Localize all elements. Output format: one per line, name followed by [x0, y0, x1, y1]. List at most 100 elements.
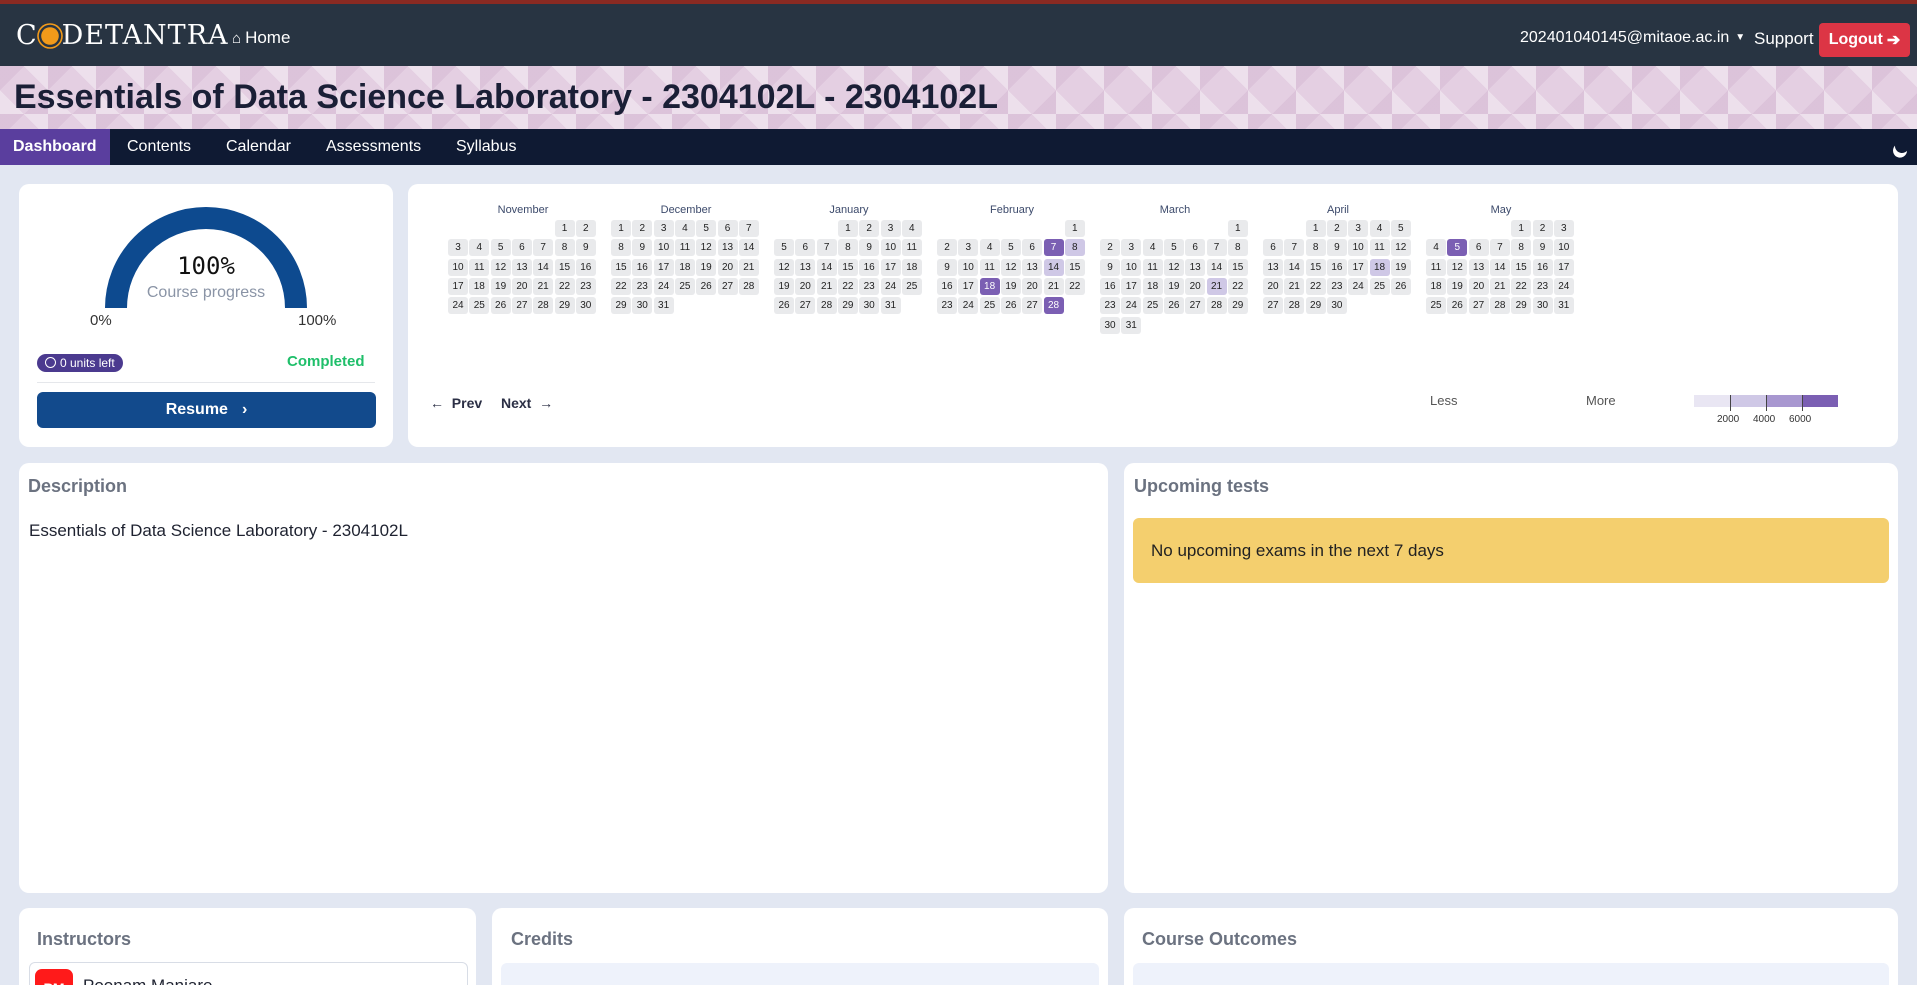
heatmap-day-cell[interactable]: 8 [837, 239, 858, 257]
heatmap-day-cell[interactable]: 2 [575, 220, 596, 237]
heatmap-day-cell[interactable]: 18 [1142, 277, 1163, 295]
instructor-item[interactable]: PM Poonam Manjare [29, 962, 468, 985]
heatmap-day-cell[interactable]: 11 [901, 239, 922, 257]
heatmap-day-cell[interactable]: 19 [1390, 258, 1411, 276]
dark-mode-toggle-icon[interactable] [1892, 136, 1911, 155]
heatmap-day-cell[interactable]: 8 [1305, 239, 1326, 257]
heatmap-day-cell[interactable]: 31 [1121, 316, 1142, 334]
heatmap-day-cell[interactable]: 22 [1511, 277, 1532, 295]
heatmap-day-cell[interactable]: 26 [696, 277, 717, 295]
heatmap-day-cell[interactable]: 25 [1369, 277, 1390, 295]
tab-calendar[interactable]: Calendar [213, 129, 304, 165]
heatmap-day-cell[interactable]: 26 [1447, 297, 1468, 315]
heatmap-day-cell[interactable]: 25 [1142, 297, 1163, 315]
heatmap-day-cell[interactable]: 14 [1489, 258, 1510, 276]
heatmap-day-cell[interactable]: 5 [696, 220, 717, 237]
heatmap-day-cell[interactable]: 24 [1553, 277, 1574, 295]
heatmap-day-cell[interactable]: 22 [1305, 277, 1326, 295]
heatmap-day-cell[interactable]: 13 [1468, 258, 1489, 276]
heatmap-day-cell[interactable]: 22 [554, 277, 575, 295]
heatmap-day-cell[interactable]: 31 [653, 297, 674, 315]
heatmap-day-cell[interactable]: 5 [1000, 239, 1021, 257]
heatmap-day-cell[interactable]: 12 [1000, 258, 1021, 276]
heatmap-day-cell[interactable]: 7 [533, 239, 554, 257]
heatmap-day-cell[interactable]: 2 [632, 220, 653, 237]
heatmap-day-cell[interactable]: 17 [958, 277, 979, 295]
heatmap-day-cell[interactable]: 27 [1022, 297, 1043, 315]
heatmap-day-cell[interactable]: 1 [1064, 220, 1085, 237]
heatmap-day-cell[interactable]: 6 [1468, 239, 1489, 257]
heatmap-day-cell[interactable]: 11 [1369, 239, 1390, 257]
heatmap-day-cell[interactable]: 23 [937, 297, 957, 315]
heatmap-day-cell[interactable]: 11 [674, 239, 695, 257]
heatmap-day-cell[interactable]: 11 [979, 258, 1000, 276]
heatmap-day-cell[interactable]: 29 [1511, 297, 1532, 315]
heatmap-day-cell[interactable]: 23 [1100, 297, 1120, 315]
heatmap-day-cell[interactable]: 30 [575, 297, 596, 315]
heatmap-day-cell[interactable]: 18 [979, 277, 1000, 295]
heatmap-day-cell[interactable]: 2 [1532, 220, 1553, 237]
heatmap-day-cell[interactable]: 9 [937, 258, 957, 276]
heatmap-day-cell[interactable]: 1 [1305, 220, 1326, 237]
heatmap-day-cell[interactable]: 4 [674, 220, 695, 237]
heatmap-day-cell[interactable]: 21 [1043, 277, 1064, 295]
home-link[interactable]: ⌂ Home [232, 28, 290, 48]
heatmap-day-cell[interactable]: 2 [1326, 220, 1347, 237]
heatmap-day-cell[interactable]: 27 [1185, 297, 1206, 315]
heatmap-day-cell[interactable]: 5 [490, 239, 511, 257]
heatmap-day-cell[interactable]: 9 [859, 239, 880, 257]
heatmap-day-cell[interactable]: 21 [1206, 277, 1227, 295]
heatmap-day-cell[interactable]: 1 [1227, 220, 1248, 237]
tab-syllabus[interactable]: Syllabus [443, 129, 529, 165]
heatmap-day-cell[interactable]: 30 [1326, 297, 1347, 315]
heatmap-day-cell[interactable]: 15 [837, 258, 858, 276]
tab-assessments[interactable]: Assessments [313, 129, 434, 165]
heatmap-day-cell[interactable]: 3 [880, 220, 901, 237]
heatmap-day-cell[interactable]: 29 [611, 297, 631, 315]
heatmap-day-cell[interactable]: 28 [816, 297, 837, 315]
heatmap-day-cell[interactable]: 18 [1369, 258, 1390, 276]
heatmap-day-cell[interactable]: 10 [1553, 239, 1574, 257]
heatmap-day-cell[interactable]: 7 [738, 220, 759, 237]
heatmap-day-cell[interactable]: 17 [880, 258, 901, 276]
heatmap-day-cell[interactable]: 31 [1553, 297, 1574, 315]
heatmap-day-cell[interactable]: 12 [1163, 258, 1184, 276]
heatmap-day-cell[interactable]: 10 [958, 258, 979, 276]
heatmap-day-cell[interactable]: 9 [1100, 258, 1120, 276]
heatmap-day-cell[interactable]: 25 [674, 277, 695, 295]
heatmap-day-cell[interactable]: 6 [511, 239, 532, 257]
heatmap-day-cell[interactable]: 4 [1426, 239, 1446, 257]
heatmap-day-cell[interactable]: 24 [1121, 297, 1142, 315]
heatmap-day-cell[interactable]: 25 [901, 277, 922, 295]
heatmap-day-cell[interactable]: 27 [717, 277, 738, 295]
heatmap-day-cell[interactable]: 13 [717, 239, 738, 257]
heatmap-day-cell[interactable]: 21 [816, 277, 837, 295]
heatmap-day-cell[interactable]: 12 [774, 258, 794, 276]
heatmap-day-cell[interactable]: 16 [575, 258, 596, 276]
heatmap-day-cell[interactable]: 10 [1121, 258, 1142, 276]
heatmap-day-cell[interactable]: 8 [1064, 239, 1085, 257]
heatmap-day-cell[interactable]: 13 [511, 258, 532, 276]
heatmap-day-cell[interactable]: 24 [653, 277, 674, 295]
heatmap-day-cell[interactable]: 8 [554, 239, 575, 257]
heatmap-day-cell[interactable]: 24 [1348, 277, 1369, 295]
heatmap-day-cell[interactable]: 12 [696, 239, 717, 257]
heatmap-day-cell[interactable]: 26 [1000, 297, 1021, 315]
heatmap-day-cell[interactable]: 10 [448, 258, 468, 276]
heatmap-day-cell[interactable]: 12 [1390, 239, 1411, 257]
heatmap-day-cell[interactable]: 3 [958, 239, 979, 257]
heatmap-day-cell[interactable]: 15 [1305, 258, 1326, 276]
heatmap-day-cell[interactable]: 6 [795, 239, 816, 257]
heatmap-day-cell[interactable]: 4 [469, 239, 490, 257]
heatmap-day-cell[interactable]: 5 [1447, 239, 1468, 257]
prev-button[interactable]: ← Prev [430, 395, 482, 411]
heatmap-day-cell[interactable]: 14 [1284, 258, 1305, 276]
heatmap-day-cell[interactable]: 27 [511, 297, 532, 315]
heatmap-day-cell[interactable]: 3 [1553, 220, 1574, 237]
heatmap-day-cell[interactable]: 9 [1532, 239, 1553, 257]
heatmap-day-cell[interactable]: 17 [1553, 258, 1574, 276]
heatmap-day-cell[interactable]: 26 [1163, 297, 1184, 315]
heatmap-day-cell[interactable]: 23 [1532, 277, 1553, 295]
heatmap-day-cell[interactable]: 14 [816, 258, 837, 276]
heatmap-day-cell[interactable]: 14 [533, 258, 554, 276]
